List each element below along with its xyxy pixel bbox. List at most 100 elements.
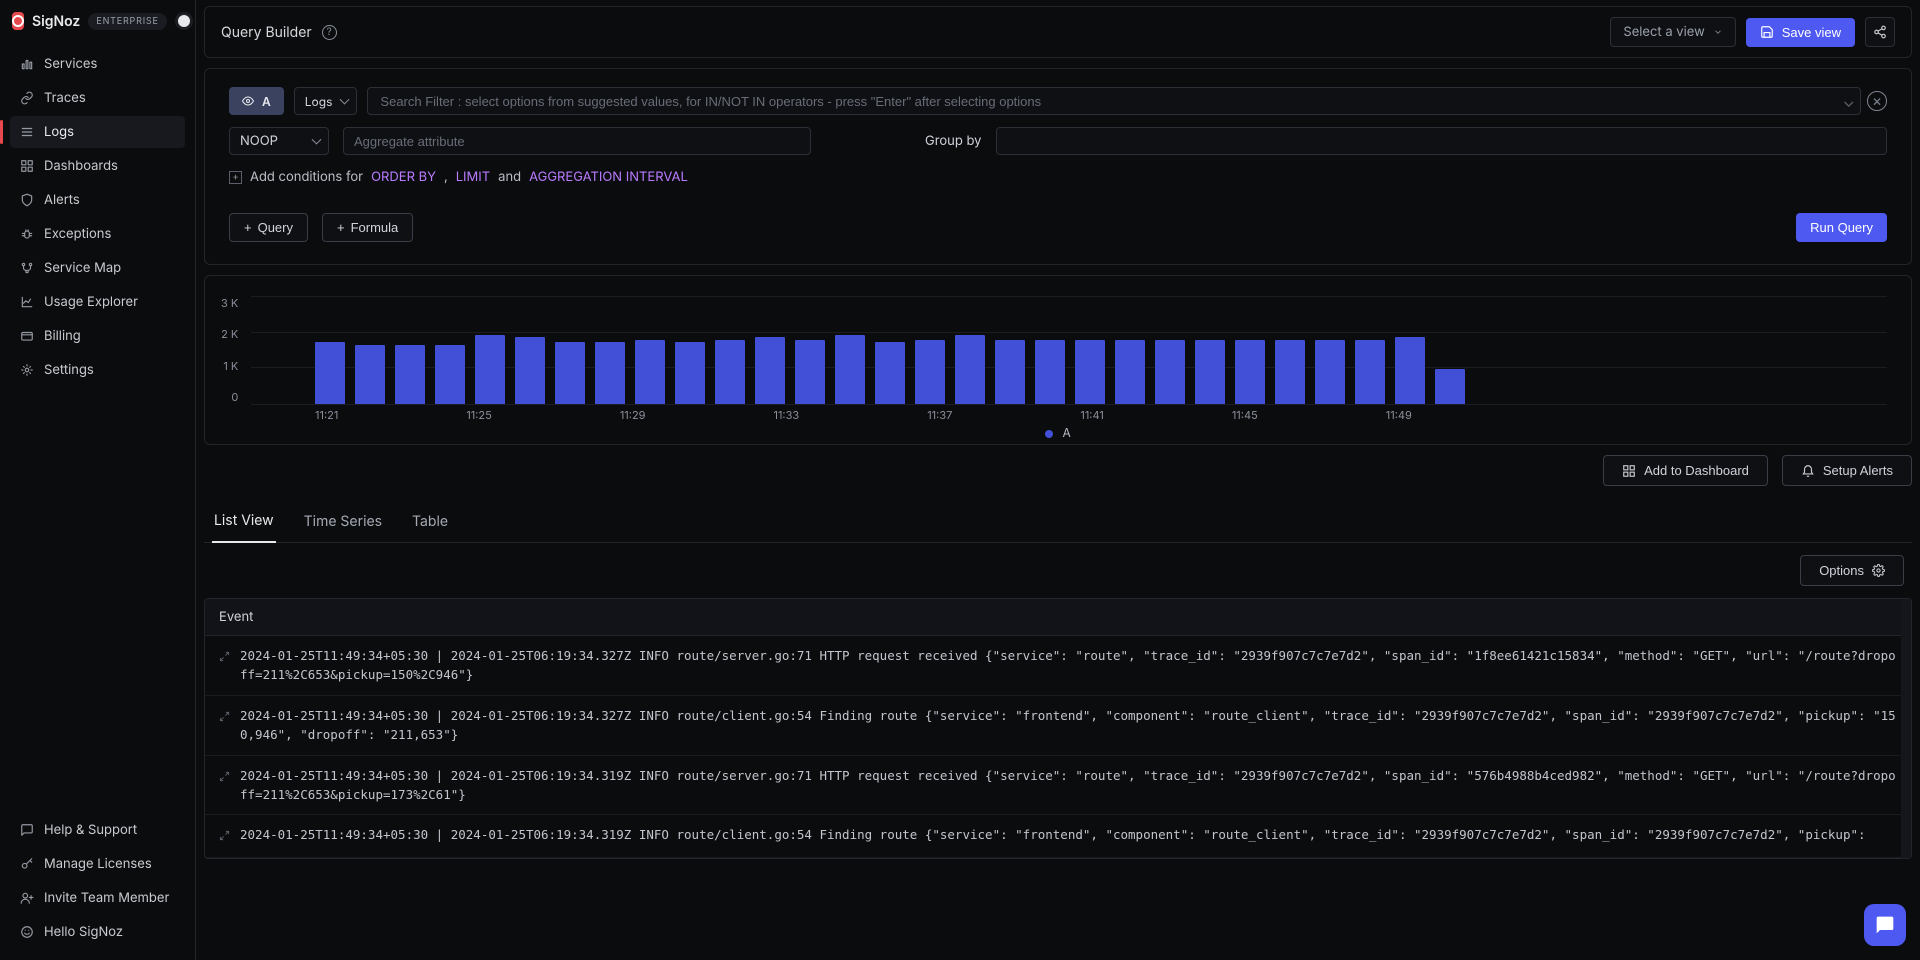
run-query-button[interactable]: Run Query bbox=[1796, 213, 1887, 242]
log-row[interactable]: 2024-01-25T11:49:34+05:30 | 2024-01-25T0… bbox=[205, 696, 1911, 756]
event-column-header: Event bbox=[219, 609, 253, 625]
chat-icon bbox=[1875, 915, 1895, 935]
sidebar-item-settings[interactable]: Settings bbox=[10, 354, 185, 386]
limit-link[interactable]: LIMIT bbox=[456, 169, 490, 185]
chart-bar[interactable] bbox=[755, 337, 785, 404]
chart-bar[interactable] bbox=[315, 342, 345, 404]
x-tick: 11:33 bbox=[773, 408, 799, 422]
theme-toggle[interactable] bbox=[175, 12, 193, 30]
chart-bar[interactable] bbox=[1155, 340, 1185, 404]
chart-bar[interactable] bbox=[795, 340, 825, 404]
chart-bar[interactable] bbox=[995, 340, 1025, 404]
sidebar-item-label: Dashboards bbox=[44, 158, 118, 174]
add-formula-button[interactable]: + Formula bbox=[322, 213, 413, 242]
chat-icon bbox=[20, 823, 34, 837]
chart-bar[interactable] bbox=[675, 342, 705, 404]
sidebar-item-billing[interactable]: Billing bbox=[10, 320, 185, 352]
clear-query-button[interactable]: ✕ bbox=[1867, 91, 1887, 111]
tab-list-view[interactable]: List View bbox=[212, 512, 276, 543]
comma-sep: , bbox=[444, 169, 448, 185]
setup-alerts-label: Setup Alerts bbox=[1823, 463, 1893, 478]
chart-bar[interactable] bbox=[1355, 340, 1385, 404]
plus-icon[interactable]: + bbox=[229, 171, 242, 184]
add-query-button[interactable]: + Query bbox=[229, 213, 308, 242]
sidebar-item-logs[interactable]: Logs bbox=[10, 116, 185, 148]
log-text: 2024-01-25T11:49:34+05:30 | 2024-01-25T0… bbox=[240, 825, 1866, 844]
chart-bar[interactable] bbox=[875, 342, 905, 404]
expand-icon[interactable] bbox=[219, 648, 230, 667]
aggregation-op-select[interactable]: NOOP bbox=[229, 127, 329, 155]
chart-bar[interactable] bbox=[635, 340, 665, 404]
chart-bars bbox=[251, 330, 1887, 404]
tab-table[interactable]: Table bbox=[410, 513, 450, 542]
chart-bar[interactable] bbox=[355, 345, 385, 404]
query-letter-chip[interactable]: A bbox=[229, 87, 284, 115]
x-tick: 11:45 bbox=[1232, 408, 1258, 422]
chart-bar[interactable] bbox=[915, 340, 945, 404]
sidebar-bottom-item-invite-team-member[interactable]: Invite Team Member bbox=[10, 882, 185, 914]
chart-bar[interactable] bbox=[1115, 340, 1145, 404]
sidebar-item-alerts[interactable]: Alerts bbox=[10, 184, 185, 216]
sidebar-item-services[interactable]: Services bbox=[10, 48, 185, 80]
select-view-dropdown[interactable]: Select a view bbox=[1610, 17, 1735, 47]
chat-fab-button[interactable] bbox=[1864, 904, 1906, 946]
search-filter-input[interactable] bbox=[367, 87, 1860, 115]
sidebar-bottom-item-help-support[interactable]: Help & Support bbox=[10, 814, 185, 846]
query-builder-panel: A Logs ⌄ ✕ NOOP Group by bbox=[204, 68, 1912, 265]
chart-bar[interactable] bbox=[1235, 340, 1265, 404]
sidebar-item-dashboards[interactable]: Dashboards bbox=[10, 150, 185, 182]
y-tick: 0 bbox=[231, 390, 238, 404]
expand-icon[interactable] bbox=[219, 827, 230, 846]
log-row[interactable]: 2024-01-25T11:49:34+05:30 | 2024-01-25T0… bbox=[205, 756, 1911, 816]
chart-bar[interactable] bbox=[1435, 369, 1465, 404]
chart-bar[interactable] bbox=[555, 342, 585, 404]
aggregate-attribute-input[interactable] bbox=[343, 127, 811, 155]
log-row[interactable]: 2024-01-25T11:49:34+05:30 | 2024-01-25T0… bbox=[205, 636, 1911, 696]
group-by-input[interactable] bbox=[996, 127, 1888, 155]
chart-bar[interactable] bbox=[515, 337, 545, 404]
sidebar-bottom-item-manage-licenses[interactable]: Manage Licenses bbox=[10, 848, 185, 880]
run-query-label: Run Query bbox=[1810, 220, 1873, 235]
sidebar-item-label: Hello SigNoz bbox=[44, 924, 123, 940]
sidebar-bottom-item-hello-signoz[interactable]: Hello SigNoz bbox=[10, 916, 185, 948]
share-button[interactable] bbox=[1865, 17, 1895, 47]
sidebar-item-service-map[interactable]: Service Map bbox=[10, 252, 185, 284]
chart-bar[interactable] bbox=[595, 342, 625, 404]
chart-bar[interactable] bbox=[1315, 340, 1345, 404]
and-sep: and bbox=[498, 169, 521, 185]
add-to-dashboard-button[interactable]: Add to Dashboard bbox=[1603, 455, 1768, 486]
sidebar-item-usage-explorer[interactable]: Usage Explorer bbox=[10, 286, 185, 318]
add-conditions-prefix: Add conditions for bbox=[250, 169, 363, 185]
tab-time-series[interactable]: Time Series bbox=[302, 513, 384, 542]
chart-bar[interactable] bbox=[1035, 340, 1065, 404]
sidebar-item-exceptions[interactable]: Exceptions bbox=[10, 218, 185, 250]
chart-bar[interactable] bbox=[395, 345, 425, 404]
chart-bar[interactable] bbox=[1075, 340, 1105, 404]
x-tick: 11:25 bbox=[466, 408, 492, 422]
scrollbar[interactable] bbox=[1901, 599, 1911, 858]
setup-alerts-button[interactable]: Setup Alerts bbox=[1782, 455, 1912, 486]
chart-bar[interactable] bbox=[835, 335, 865, 404]
chart-area[interactable]: 3 K2 K1 K0 bbox=[251, 296, 1887, 404]
query-type-select[interactable]: Logs bbox=[294, 87, 358, 115]
chart-bar[interactable] bbox=[1275, 340, 1305, 404]
chart-bar[interactable] bbox=[715, 340, 745, 404]
chart-bar[interactable] bbox=[475, 335, 505, 404]
chart-bar[interactable] bbox=[1395, 337, 1425, 404]
expand-icon[interactable] bbox=[219, 768, 230, 787]
expand-icon[interactable] bbox=[219, 708, 230, 727]
log-row[interactable]: 2024-01-25T11:49:34+05:30 | 2024-01-25T0… bbox=[205, 815, 1911, 857]
sidebar-item-traces[interactable]: Traces bbox=[10, 82, 185, 114]
chart-bar[interactable] bbox=[1195, 340, 1225, 404]
save-view-button[interactable]: Save view bbox=[1746, 18, 1855, 47]
options-label: Options bbox=[1819, 563, 1864, 578]
chart-bar[interactable] bbox=[955, 335, 985, 404]
query-row-1: A Logs ⌄ ✕ bbox=[229, 87, 1887, 115]
agg-interval-link[interactable]: AGGREGATION INTERVAL bbox=[529, 169, 688, 185]
results-tabs: List View Time Series Table bbox=[204, 496, 1912, 543]
help-icon[interactable]: ? bbox=[322, 25, 337, 40]
grid-icon bbox=[20, 159, 34, 173]
options-button[interactable]: Options bbox=[1800, 555, 1904, 586]
chart-bar[interactable] bbox=[435, 345, 465, 404]
order-by-link[interactable]: ORDER BY bbox=[371, 169, 436, 185]
